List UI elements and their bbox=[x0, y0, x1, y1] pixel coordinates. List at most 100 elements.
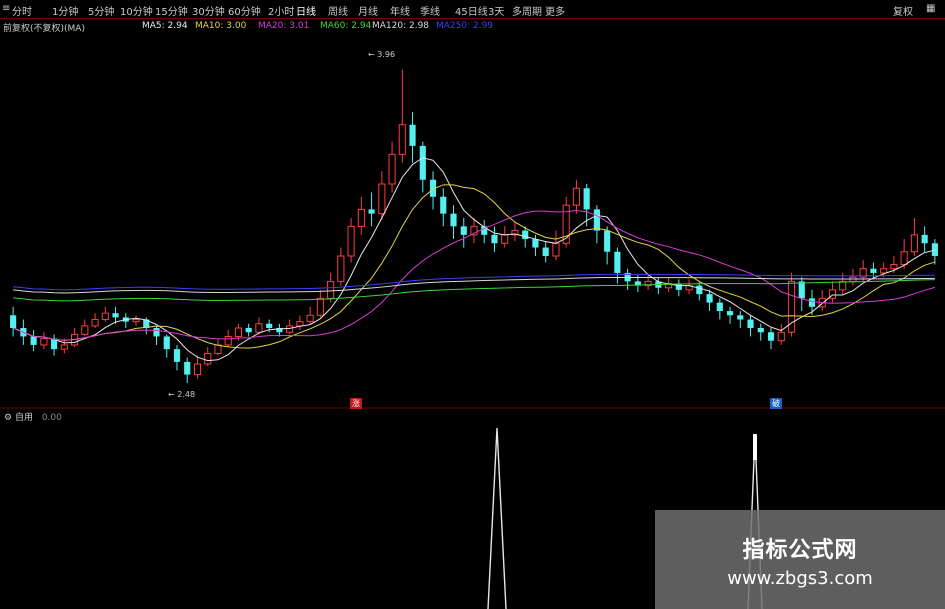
candle-body[interactable] bbox=[572, 187, 580, 206]
toolbar-menu-icon[interactable]: ≡ bbox=[2, 3, 10, 14]
candle-body[interactable] bbox=[234, 327, 243, 337]
candle-body[interactable] bbox=[900, 251, 908, 265]
candle-body[interactable] bbox=[368, 209, 375, 214]
candle-body[interactable] bbox=[726, 311, 734, 316]
candle-body[interactable] bbox=[10, 315, 17, 328]
candle-body[interactable] bbox=[30, 336, 37, 345]
period-tab-8[interactable]: 日线 bbox=[296, 3, 316, 18]
candle-body[interactable] bbox=[491, 234, 498, 244]
candle-body[interactable] bbox=[112, 313, 119, 318]
period-tab-12[interactable]: 季线 bbox=[420, 3, 440, 18]
indicator-settings-icon[interactable]: ⚙ bbox=[4, 413, 15, 423]
candle-body[interactable] bbox=[163, 336, 170, 350]
period-tab-16[interactable]: 更多 bbox=[545, 3, 565, 18]
candle-body[interactable] bbox=[614, 251, 621, 273]
candle-body[interactable] bbox=[214, 344, 222, 354]
candle-body[interactable] bbox=[890, 263, 898, 270]
candle-body[interactable] bbox=[696, 285, 703, 295]
candle-body[interactable] bbox=[347, 225, 355, 257]
candle-body[interactable] bbox=[593, 209, 600, 231]
candle-body[interactable] bbox=[193, 363, 202, 376]
candle-body[interactable] bbox=[757, 328, 764, 333]
period-tab-6[interactable]: 60分钟 bbox=[228, 3, 261, 18]
candle-body[interactable] bbox=[767, 332, 775, 341]
candle-body[interactable] bbox=[398, 124, 406, 155]
period-tab-11[interactable]: 年线 bbox=[390, 3, 410, 18]
candle-body[interactable] bbox=[409, 124, 416, 146]
candle-body[interactable] bbox=[870, 268, 877, 273]
high-price-label: ← 3.96 bbox=[368, 50, 395, 59]
period-tab-0[interactable]: 分时 bbox=[12, 3, 32, 18]
candle-body[interactable] bbox=[522, 230, 529, 240]
candle-body[interactable] bbox=[184, 361, 191, 375]
candle-body[interactable] bbox=[532, 239, 539, 248]
candle-body[interactable] bbox=[337, 255, 345, 282]
signal-marker-1[interactable]: 涨 bbox=[350, 398, 362, 409]
candle-body[interactable] bbox=[604, 230, 611, 252]
candle-body[interactable] bbox=[706, 294, 713, 303]
candle-body[interactable] bbox=[419, 145, 426, 180]
candle-body[interactable] bbox=[501, 234, 509, 244]
candle-body[interactable] bbox=[81, 325, 89, 335]
candle-body[interactable] bbox=[91, 319, 99, 327]
candle-body[interactable] bbox=[777, 331, 785, 342]
candle-body[interactable] bbox=[224, 335, 232, 346]
candle-body[interactable] bbox=[153, 328, 160, 337]
candle-body[interactable] bbox=[583, 188, 590, 210]
period-tab-10[interactable]: 月线 bbox=[358, 3, 378, 18]
candle-body[interactable] bbox=[440, 196, 447, 214]
period-tab-4[interactable]: 15分钟 bbox=[155, 3, 188, 18]
candle-body[interactable] bbox=[931, 243, 938, 256]
candle-body[interactable] bbox=[101, 312, 109, 321]
candle-body[interactable] bbox=[716, 302, 723, 312]
candle-body[interactable] bbox=[388, 153, 396, 185]
candle-body[interactable] bbox=[798, 281, 805, 299]
period-tab-3[interactable]: 10分钟 bbox=[120, 3, 153, 18]
indicator-name[interactable]: 自用 bbox=[15, 413, 33, 423]
candle-body[interactable] bbox=[40, 338, 48, 346]
high-arrow-icon: ← bbox=[368, 50, 378, 59]
candle-body[interactable] bbox=[747, 319, 754, 328]
candle-body[interactable] bbox=[737, 315, 744, 320]
period-tab-9[interactable]: 周线 bbox=[328, 3, 348, 18]
signal-marker-2[interactable]: 破 bbox=[770, 398, 782, 409]
candle-body[interactable] bbox=[60, 344, 68, 350]
candle-body[interactable] bbox=[357, 208, 365, 227]
candle-body[interactable] bbox=[839, 280, 847, 291]
ma-legend: 前复权(不复权)(MA) MA5: 2.94 MA10: 3.00 MA20: 3.… bbox=[0, 20, 945, 34]
indicator-spike-1 bbox=[487, 427, 507, 609]
period-tab-2[interactable]: 5分钟 bbox=[88, 3, 114, 18]
layout-icon[interactable]: ▦ bbox=[926, 3, 935, 14]
candle-body[interactable] bbox=[306, 314, 314, 323]
candle-body[interactable] bbox=[245, 328, 252, 333]
period-tab-14[interactable]: 3天 bbox=[488, 3, 504, 18]
candle-body[interactable] bbox=[316, 297, 324, 316]
period-tab-5[interactable]: 30分钟 bbox=[192, 3, 225, 18]
candle-body[interactable] bbox=[378, 183, 386, 215]
candle-body[interactable] bbox=[542, 247, 549, 256]
fuquan-button[interactable]: 复权 bbox=[893, 3, 913, 18]
period-tab-13[interactable]: 45日线 bbox=[455, 3, 488, 18]
candle-body[interactable] bbox=[132, 319, 140, 323]
candle-body[interactable] bbox=[296, 321, 304, 327]
indicator-legend: ⚙ 自用 0.00 bbox=[4, 410, 62, 423]
candle-body[interactable] bbox=[808, 298, 816, 307]
candle-body[interactable] bbox=[327, 280, 335, 299]
candle-body[interactable] bbox=[286, 325, 294, 333]
period-tab-15[interactable]: 多周期 bbox=[512, 3, 542, 18]
candle-body[interactable] bbox=[450, 213, 457, 227]
candle-body[interactable] bbox=[173, 349, 181, 362]
candle-body[interactable] bbox=[460, 226, 467, 235]
period-tab-7[interactable]: 2小时 bbox=[268, 3, 294, 18]
candle-body[interactable] bbox=[921, 234, 928, 244]
period-tab-1[interactable]: 1分钟 bbox=[52, 3, 78, 18]
candle-body[interactable] bbox=[880, 268, 888, 274]
period-toolbar: ≡ 分时 1分钟 5分钟 10分钟 15分钟 30分钟 60分钟 2小时 日线 周线 月线 年线 季线 4… bbox=[0, 0, 945, 19]
candle-body[interactable] bbox=[910, 234, 918, 253]
candle-body[interactable] bbox=[552, 242, 560, 257]
candle-body[interactable] bbox=[255, 323, 263, 333]
low-arrow-icon: ← bbox=[168, 390, 178, 399]
watermark-url: www.zbgs3.com bbox=[727, 568, 873, 589]
candle-body[interactable] bbox=[266, 323, 273, 328]
candle-body[interactable] bbox=[204, 352, 212, 365]
